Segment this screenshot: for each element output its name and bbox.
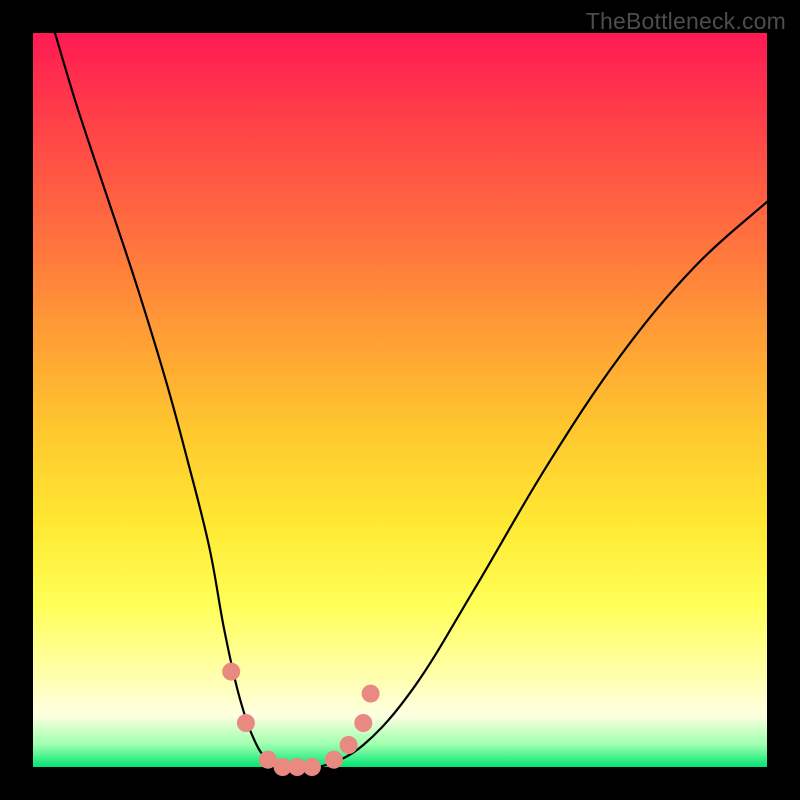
bottleneck-curve [55, 33, 767, 769]
marker-point [362, 685, 380, 703]
chart-svg [33, 33, 767, 767]
marker-point [303, 758, 321, 776]
highlight-points [222, 663, 379, 776]
chart-frame: TheBottleneck.com [0, 0, 800, 800]
marker-point [237, 714, 255, 732]
marker-point [222, 663, 240, 681]
plot-area [33, 33, 767, 767]
marker-point [325, 751, 343, 769]
marker-point [340, 736, 358, 754]
marker-point [354, 714, 372, 732]
watermark-text: TheBottleneck.com [586, 8, 786, 35]
